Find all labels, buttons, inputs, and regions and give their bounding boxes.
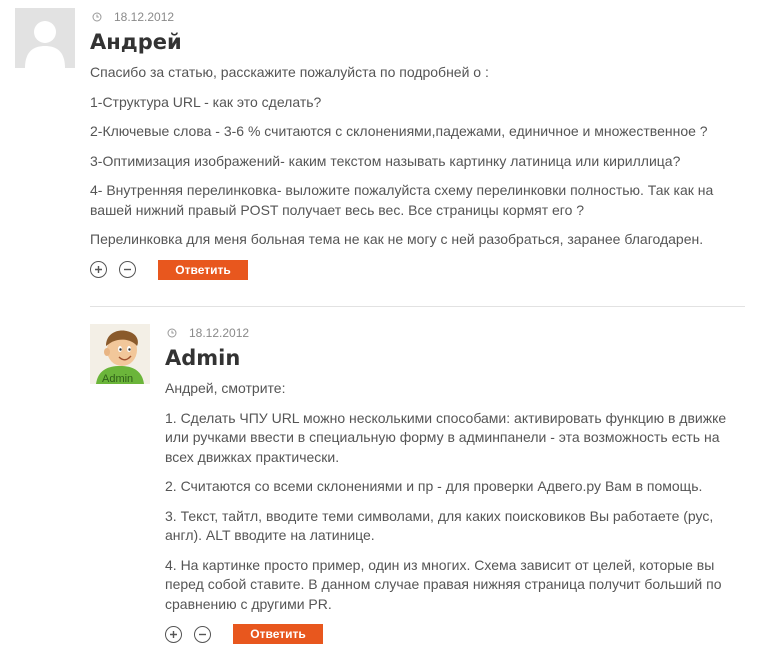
vote-up-button[interactable] bbox=[90, 261, 107, 278]
comment-meta: 18.12.2012 bbox=[90, 8, 750, 26]
clock-icon bbox=[167, 328, 177, 338]
comment-actions: Ответить bbox=[90, 259, 750, 280]
reply-button[interactable]: Ответить bbox=[158, 259, 248, 280]
comment-paragraph: 3-Оптимизация изображений- каким текстом… bbox=[90, 152, 681, 169]
comment-paragraph: 2. Считаются со всеми склонениями и пр -… bbox=[165, 478, 703, 494]
comment-paragraph: 1-Структура URL - как это сделать? bbox=[90, 93, 322, 110]
avatar bbox=[15, 8, 75, 68]
comment-paragraph: 2-Ключевые слова - 3-6 % считаются с скл… bbox=[90, 123, 708, 139]
clock-icon bbox=[92, 12, 102, 22]
admin-avatar-icon: Admin bbox=[90, 324, 150, 384]
comment-divider bbox=[90, 306, 745, 307]
plus-icon bbox=[170, 630, 177, 638]
comments-section: 18.12.2012 Андрей Спасибо за статью, рас… bbox=[0, 0, 765, 671]
reply-button[interactable]: Ответить bbox=[233, 624, 323, 644]
avatar: Admin bbox=[90, 324, 150, 384]
avatar-caption: Admin bbox=[102, 373, 133, 384]
comment-meta: 18.12.2012 bbox=[165, 324, 750, 342]
comment-date: 18.12.2012 bbox=[114, 10, 175, 24]
minus-icon bbox=[199, 633, 206, 635]
comment-actions: Ответить bbox=[165, 624, 750, 644]
user-silhouette-icon bbox=[15, 8, 75, 68]
comment-author: Admin bbox=[165, 346, 241, 370]
comment-paragraph: 4. На картинке просто пример, один из мн… bbox=[165, 556, 722, 612]
comment-paragraph: Перелинковка для меня больная тема не ка… bbox=[90, 231, 704, 247]
comment-paragraph: 1. Сделать ЧПУ URL можно несколькими спо… bbox=[165, 409, 727, 465]
vote-down-button[interactable] bbox=[194, 625, 211, 643]
comment-body: 18.12.2012 Андрей Спасибо за статью, рас… bbox=[90, 8, 750, 280]
comment-paragraph: 3. Текст, тайтл, вводите теми символами,… bbox=[165, 507, 714, 544]
comment-paragraph: Андрей, смотрите: bbox=[165, 380, 286, 396]
comment-text: Спасибо за статью, расскажите пожалуйста… bbox=[90, 63, 750, 250]
vote-up-button[interactable] bbox=[165, 625, 182, 643]
vote-down-button[interactable] bbox=[119, 261, 136, 278]
comment-body: 18.12.2012 Admin Андрей, смотрите: 1. Сд… bbox=[165, 324, 750, 644]
comment-paragraph: Спасибо за статью, расскажите пожалуйста… bbox=[90, 64, 489, 80]
comment-author: Андрей bbox=[90, 30, 182, 54]
plus-icon bbox=[95, 266, 102, 273]
comment-paragraph: 4- Внутренняя перелинковка- выложите пож… bbox=[90, 182, 714, 218]
comment-date: 18.12.2012 bbox=[189, 326, 250, 340]
comment-text: Андрей, смотрите: 1. Сделать ЧПУ URL мож… bbox=[165, 379, 750, 614]
minus-icon bbox=[124, 268, 131, 271]
